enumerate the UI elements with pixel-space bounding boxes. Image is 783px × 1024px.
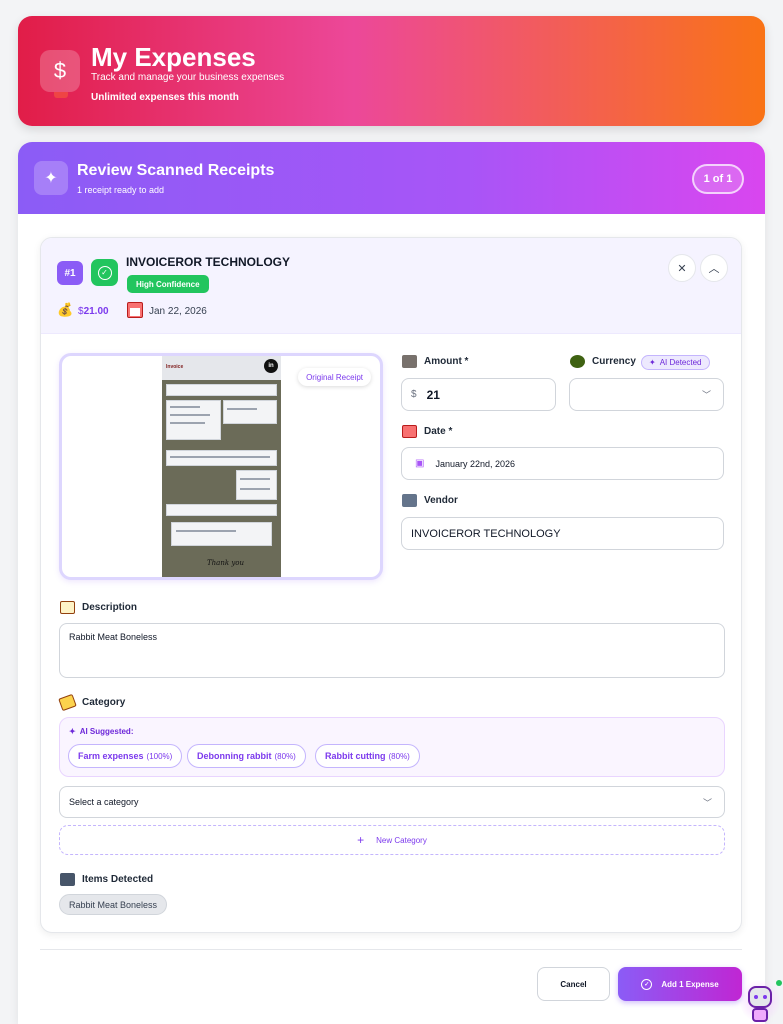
page-title: My Expenses <box>91 42 256 72</box>
close-button[interactable]: ✕ <box>668 254 696 282</box>
receipt-amount: $21.00 <box>78 306 109 317</box>
sparkles-icon: ✦ <box>34 161 68 195</box>
vendor-value: INVOICEROR TECHNOLOGY <box>411 527 561 540</box>
calendar-icon: ▣ <box>415 458 425 469</box>
page-header: $ My Expenses Track and manage your busi… <box>18 16 765 126</box>
calendar-icon <box>127 302 143 318</box>
receipt-vendor-title: INVOICEROR TECHNOLOGY <box>126 255 291 269</box>
original-receipt-tag: Original Receipt <box>298 368 371 386</box>
money-bag-icon: 💰 <box>57 302 74 317</box>
plan-note: Unlimited expenses this month <box>91 92 239 103</box>
amount-label: Amount * <box>402 355 468 368</box>
description-textarea[interactable]: Rabbit Meat Boneless <box>59 623 725 678</box>
add-expense-button[interactable]: ✓ Add 1 Expense <box>618 967 742 1001</box>
detected-item: Rabbit Meat Boneless <box>59 894 168 915</box>
suggestion-chip[interactable]: Rabbit cutting (80%) <box>315 744 420 768</box>
assistant-robot-icon[interactable] <box>740 978 782 1024</box>
receipt-card: #1 ✓ INVOICEROR TECHNOLOGY High Confiden… <box>40 237 742 933</box>
vendor-input[interactable]: INVOICEROR TECHNOLOGY <box>401 517 724 550</box>
doc-logo-icon: in <box>264 359 278 373</box>
suggestion-chip[interactable]: Farm expenses (100%) <box>68 744 183 768</box>
date-picker[interactable]: ▣ January 22nd, 2026 <box>401 447 724 480</box>
divider <box>40 949 742 950</box>
globe-icon <box>570 355 585 368</box>
cart-icon <box>60 873 75 886</box>
plus-icon: + <box>357 833 365 847</box>
receipt-header: #1 ✓ INVOICEROR TECHNOLOGY High Confiden… <box>41 238 741 334</box>
amount-input[interactable]: $ 21 <box>401 378 556 411</box>
cancel-button[interactable]: Cancel <box>537 967 610 1001</box>
currency-label: Currency <box>570 355 636 368</box>
receipt-image-preview[interactable]: Invoice in Thank you Original Receipt <box>59 353 383 580</box>
description-value: Rabbit Meat Boneless <box>69 632 158 642</box>
receipt-number-badge: #1 <box>57 261 83 285</box>
calendar-icon <box>402 425 417 438</box>
items-label: Items Detected <box>60 873 153 886</box>
date-value: January 22nd, 2026 <box>435 458 516 469</box>
category-placeholder: Select a category <box>69 797 139 807</box>
review-panel: ✦ Review Scanned Receipts 1 receipt read… <box>18 142 765 1024</box>
new-category-button[interactable]: + New Category <box>59 825 725 855</box>
collapse-button[interactable]: ︿ <box>700 254 728 282</box>
review-header: ✦ Review Scanned Receipts 1 receipt read… <box>18 142 765 214</box>
currency-select[interactable]: ﹀ <box>569 378 724 411</box>
page-subtitle: Track and manage your business expenses <box>91 72 285 83</box>
ai-detected-badge: ✦ AI Detected <box>641 355 710 370</box>
close-icon: ✕ <box>677 262 687 275</box>
ai-suggested-label: ✦ AI Suggested: <box>69 727 134 736</box>
review-title: Review Scanned Receipts <box>77 162 275 179</box>
tag-icon <box>58 693 77 712</box>
sparkles-icon: ✦ <box>69 727 76 736</box>
building-icon <box>402 494 417 507</box>
review-subtitle: 1 receipt ready to add <box>77 185 165 195</box>
memo-icon <box>60 601 75 614</box>
check-circle-icon: ✓ <box>641 978 653 990</box>
amount-value: 21 <box>426 387 440 402</box>
confidence-badge: High Confidence <box>127 275 209 293</box>
receipt-date: Jan 22, 2026 <box>149 306 207 317</box>
doc-footer: Thank you <box>207 559 245 567</box>
description-label: Description <box>60 601 137 614</box>
category-label: Category <box>58 693 125 712</box>
category-select[interactable]: Select a category ﹀ <box>59 786 725 818</box>
vendor-label: Vendor <box>402 494 458 507</box>
chevron-down-icon: ﹀ <box>702 797 712 808</box>
suggestion-chip[interactable]: Debonning rabbit (80%) <box>187 744 306 768</box>
receipt-pager: 1 of 1 <box>692 164 744 194</box>
money-icon <box>402 355 417 368</box>
ai-suggestions: ✦ AI Suggested: Farm expenses (100%) Debon… <box>59 717 725 777</box>
chevron-down-icon: ﹀ <box>701 390 711 400</box>
dollar-icon: $ <box>40 50 80 98</box>
date-label: Date * <box>402 425 452 438</box>
currency-prefix: $ <box>411 389 417 400</box>
doc-heading: Invoice <box>166 364 184 370</box>
chevron-up-icon: ︿ <box>708 263 720 275</box>
check-circle-icon: ✓ <box>91 259 118 286</box>
receipt-image: Invoice in Thank you <box>162 356 281 577</box>
